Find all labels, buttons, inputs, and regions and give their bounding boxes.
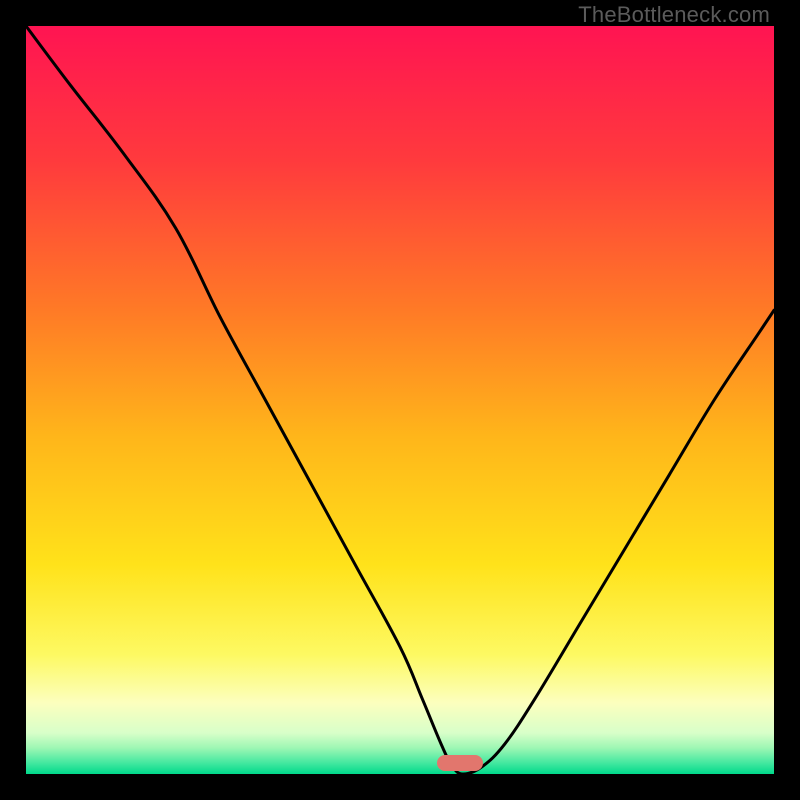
optimal-point-marker <box>437 755 483 771</box>
gradient-background <box>26 26 774 774</box>
bottleneck-chart <box>26 26 774 774</box>
watermark-text: TheBottleneck.com <box>578 2 770 28</box>
plot-frame <box>26 26 774 774</box>
